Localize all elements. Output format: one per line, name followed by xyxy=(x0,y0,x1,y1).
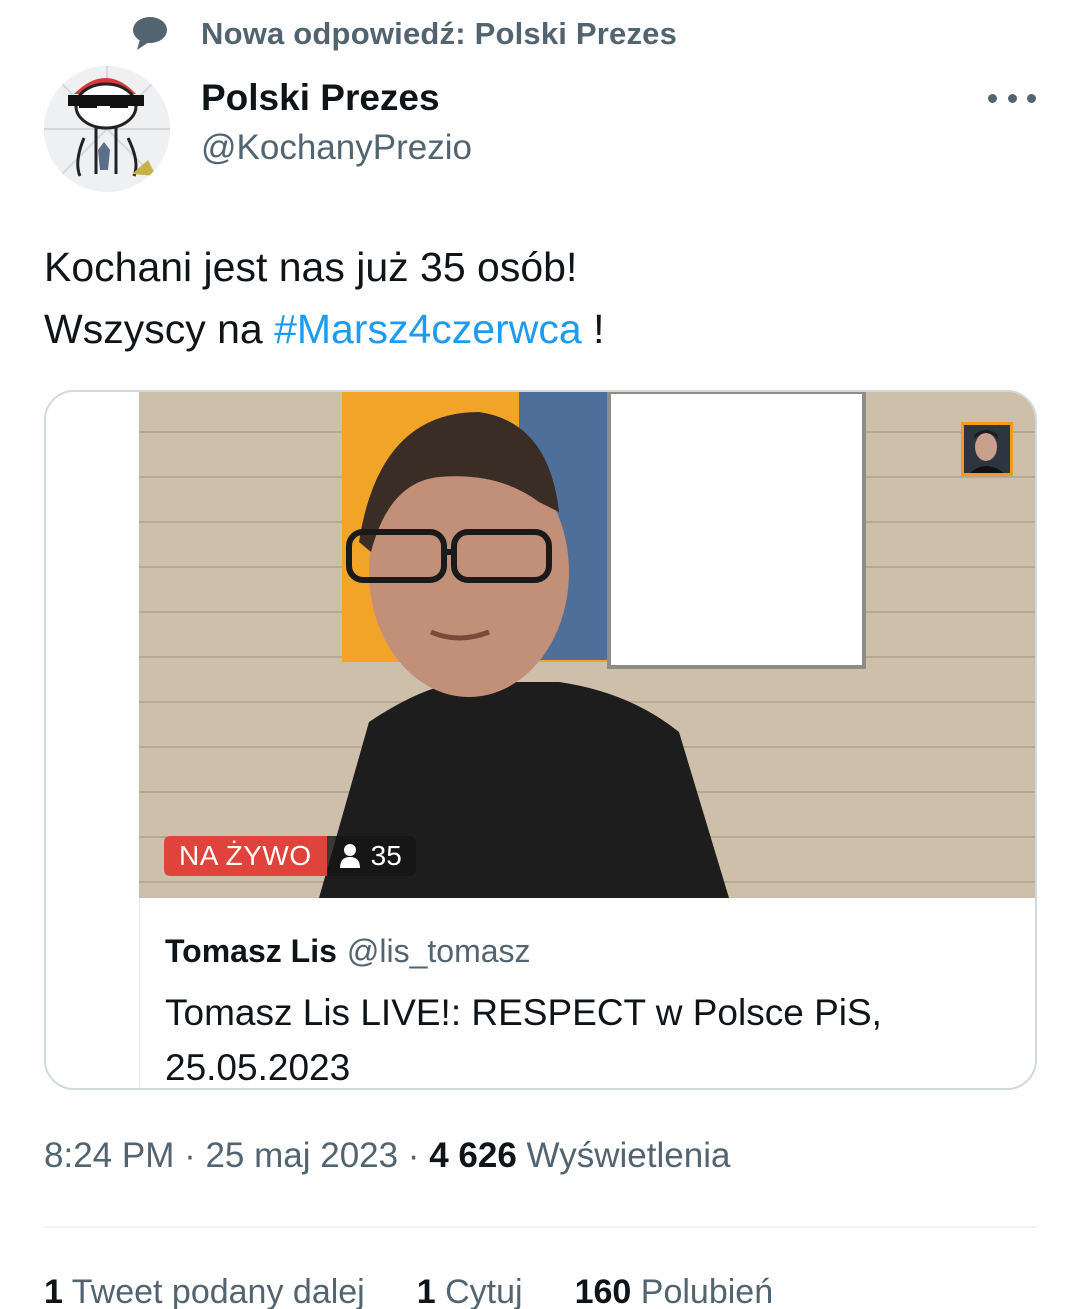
retweets-count: 1 xyxy=(44,1273,63,1309)
link-card[interactable]: NA ŻYWO 35 Tomasz Lis @lis_tomasz Tomasz … xyxy=(44,390,1037,1090)
tweet-text: Kochani jest nas już 35 osób! Wszyscy na… xyxy=(44,236,1034,360)
author-name[interactable]: Polski Prezes xyxy=(201,74,472,122)
card-author-handle: @lis_tomasz xyxy=(346,933,531,969)
tweet-line-2-suffix: ! xyxy=(581,306,605,352)
streamer-avatar-thumbnail xyxy=(961,422,1013,476)
reply-context: Nowa odpowiedź: Polski Prezes xyxy=(130,12,677,56)
card-author-line: Tomasz Lis @lis_tomasz xyxy=(165,933,531,970)
hashtag-link[interactable]: #Marsz4czerwca xyxy=(274,306,582,352)
live-badge: NA ŻYWO 35 xyxy=(164,836,416,876)
tweet-line-1: Kochani jest nas już 35 osób! xyxy=(44,244,578,290)
views-label: Wyświetlenia xyxy=(516,1136,731,1175)
time-date[interactable]: 8:24 PM · 25 maj 2023 · xyxy=(44,1136,429,1175)
quotes-label: Cytuj xyxy=(435,1273,523,1309)
views-count: 4 626 xyxy=(429,1136,517,1175)
tweet-timestamp: 8:24 PM · 25 maj 2023 · 4 626 Wyświetlen… xyxy=(44,1136,730,1176)
person-icon xyxy=(339,843,361,869)
retweets-label: Tweet podany dalej xyxy=(62,1273,365,1309)
author-handle[interactable]: @KochanyPrezio xyxy=(201,122,472,174)
likes-count: 160 xyxy=(574,1273,632,1309)
viewer-count: 35 xyxy=(370,840,402,871)
tweet-line-2: Wszyscy na #Marsz4czerwca ! xyxy=(44,298,1034,360)
engagement-stats: 1 Tweet podany dalej 1 Cytuj 160 Polubie… xyxy=(44,1273,825,1309)
card-title-line-1: Tomasz Lis LIVE!: RESPECT w Polsce PiS, xyxy=(165,992,882,1033)
card-meta: Tomasz Lis @lis_tomasz Tomasz Lis LIVE!: … xyxy=(139,898,1035,1088)
card-left-strip xyxy=(46,392,139,1088)
quotes-count: 1 xyxy=(416,1273,436,1309)
avatar[interactable] xyxy=(44,66,170,192)
card-title: Tomasz Lis LIVE!: RESPECT w Polsce PiS, … xyxy=(165,985,995,1088)
quotes-stat[interactable]: 1 Cytuj xyxy=(417,1273,523,1309)
more-dots-icon[interactable] xyxy=(988,86,1036,110)
live-label: NA ŻYWO xyxy=(164,836,327,876)
tweet-line-2-prefix: Wszyscy na xyxy=(44,306,275,352)
card-author-name: Tomasz Lis xyxy=(165,933,337,969)
retweets-stat[interactable]: 1 Tweet podany dalej xyxy=(44,1273,365,1309)
viewer-count-badge: 35 xyxy=(326,836,416,876)
author-block[interactable]: Polski Prezes @KochanyPrezio xyxy=(201,74,472,174)
reply-context-label: Nowa odpowiedź: Polski Prezes xyxy=(201,16,678,51)
video-thumbnail[interactable]: NA ŻYWO 35 xyxy=(139,392,1035,898)
divider xyxy=(44,1226,1037,1228)
likes-label: Polubień xyxy=(631,1273,774,1309)
speech-bubble-icon xyxy=(130,14,170,54)
card-title-line-2: 25.05.2023 xyxy=(165,1047,351,1088)
likes-stat[interactable]: 160 Polubień xyxy=(575,1273,774,1309)
